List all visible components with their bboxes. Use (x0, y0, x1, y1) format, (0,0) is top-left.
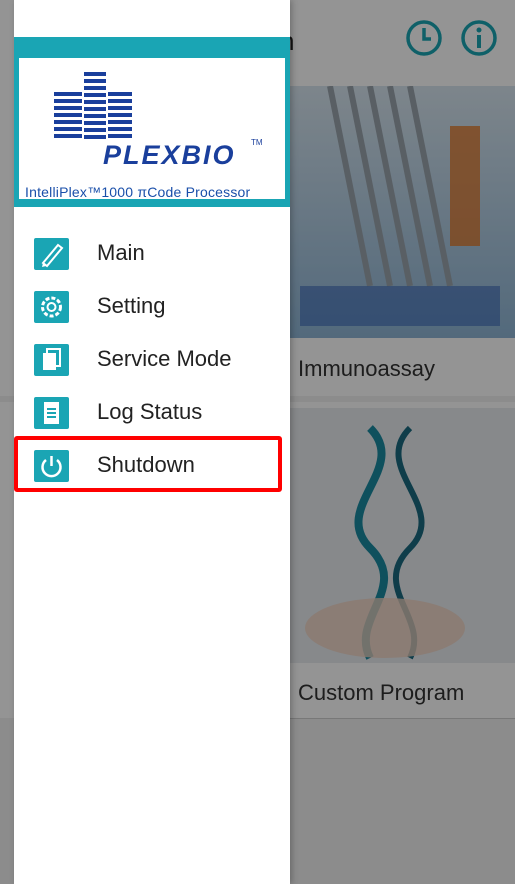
menu-label: Setting (97, 293, 166, 318)
menu-item-main[interactable]: Main (14, 228, 290, 278)
shutdown-highlight-box (14, 436, 282, 492)
copy-icon (34, 344, 69, 376)
menu-label: Log Status (97, 399, 203, 424)
plexbio-logo: PLEXBIO TM IntelliPlex™1000 πCode Proces… (19, 58, 285, 200)
document-icon (34, 397, 69, 429)
logo-tm: TM (251, 138, 263, 147)
logo-brand: PLEXBIO (103, 140, 236, 170)
drawer-header: PLEXBIO TM IntelliPlex™1000 πCode Proces… (14, 37, 290, 207)
menu-item-setting[interactable]: Setting (14, 281, 290, 331)
menu-item-service-mode[interactable]: Service Mode (14, 334, 290, 384)
logo-subtitle: IntelliPlex™1000 πCode Processor (25, 184, 251, 200)
gear-icon (34, 291, 69, 323)
logo-graphic-icon (54, 72, 132, 139)
pen-icon (34, 238, 69, 270)
menu-label: Main (97, 240, 145, 265)
menu-item-log-status[interactable]: Log Status (14, 387, 290, 437)
menu-label: Service Mode (97, 346, 232, 371)
